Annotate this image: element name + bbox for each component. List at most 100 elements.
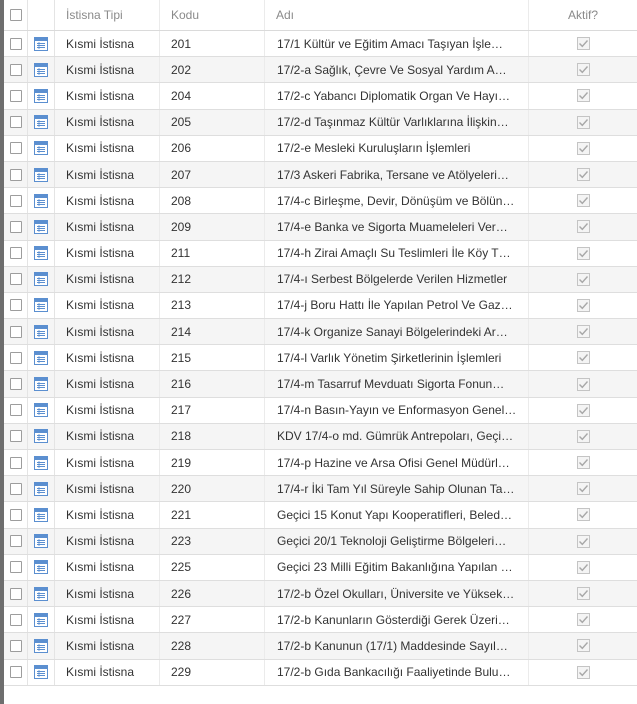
- edit-form-icon[interactable]: [34, 665, 48, 680]
- edit-form-icon[interactable]: [34, 141, 48, 156]
- row-checkbox[interactable]: [9, 404, 22, 417]
- row-checkbox[interactable]: [9, 535, 22, 548]
- table-row[interactable]: Kısmi İstisna 228 17/2-b Kanunun (17/1) Ma…: [4, 633, 637, 660]
- edit-form-icon[interactable]: [34, 507, 48, 522]
- aktif-checkbox[interactable]: [576, 63, 590, 77]
- row-checkbox[interactable]: [9, 273, 22, 286]
- row-checkbox[interactable]: [9, 639, 22, 652]
- table-row[interactable]: Kısmi İstisna 229 17/2-b Gıda Bankacılığı …: [4, 659, 637, 686]
- edit-form-icon[interactable]: [34, 193, 48, 208]
- aktif-checkbox[interactable]: [576, 115, 590, 129]
- column-header-kodu[interactable]: Kodu: [160, 0, 265, 30]
- row-checkbox[interactable]: [9, 561, 22, 574]
- table-row[interactable]: Kısmi İstisna 206 17/2-e Mesleki Kuruluşla…: [4, 135, 637, 162]
- table-row[interactable]: Kısmi İstisna 213 17/4-j Boru Hattı İle Ya…: [4, 292, 637, 320]
- aktif-checkbox[interactable]: [576, 665, 590, 679]
- edit-form-icon[interactable]: [34, 324, 48, 339]
- table-row[interactable]: Kısmi İstisna 209 17/4-e Banka ve Sigorta …: [4, 214, 637, 241]
- aktif-checkbox[interactable]: [576, 508, 590, 522]
- table-row[interactable]: Kısmi İstisna 225 Geçici 23 Milli Eğitim B…: [4, 554, 637, 581]
- aktif-checkbox[interactable]: [576, 246, 590, 260]
- aktif-checkbox[interactable]: [576, 168, 590, 182]
- table-row[interactable]: Kısmi İstisna 211 17/4-h Zirai Amaçlı Su T…: [4, 240, 637, 267]
- table-row[interactable]: Kısmi İstisna 202 17/2-a Sağlık, Çevre Ve …: [4, 57, 637, 84]
- table-row[interactable]: Kısmi İstisna 212 17/4-ı Serbest Bölgelerd…: [4, 266, 637, 293]
- edit-form-icon[interactable]: [34, 36, 48, 51]
- row-checkbox[interactable]: [9, 508, 22, 521]
- table-row[interactable]: Kısmi İstisna 208 17/4-c Birleşme, Devir, …: [4, 188, 637, 215]
- edit-form-icon[interactable]: [34, 481, 48, 496]
- column-header-aktif[interactable]: Aktif?: [529, 0, 637, 30]
- table-row[interactable]: Kısmi İstisna 216 17/4-m Tasarruf Mevduatı…: [4, 371, 637, 398]
- aktif-checkbox[interactable]: [576, 613, 590, 627]
- row-checkbox[interactable]: [9, 116, 22, 129]
- edit-form-icon[interactable]: [34, 219, 48, 234]
- select-all-checkbox[interactable]: [9, 9, 22, 21]
- aktif-checkbox[interactable]: [576, 37, 590, 51]
- row-checkbox[interactable]: [9, 63, 22, 76]
- edit-form-icon[interactable]: [34, 377, 48, 392]
- row-checkbox[interactable]: [9, 142, 22, 155]
- aktif-checkbox[interactable]: [576, 351, 590, 365]
- aktif-checkbox[interactable]: [576, 89, 590, 103]
- table-row[interactable]: Kısmi İstisna 214 17/4-k Organize Sanayi B…: [4, 319, 637, 346]
- table-row[interactable]: Kısmi İstisna 218 KDV 17/4-o md. Gümrük An…: [4, 423, 637, 450]
- edit-form-icon[interactable]: [34, 167, 48, 182]
- edit-form-icon[interactable]: [34, 534, 48, 549]
- table-row[interactable]: Kısmi İstisna 226 17/2-b Özel Okulları, Ün…: [4, 580, 637, 608]
- aktif-checkbox[interactable]: [576, 298, 590, 312]
- row-checkbox[interactable]: [9, 168, 22, 181]
- aktif-checkbox[interactable]: [576, 377, 590, 391]
- edit-form-icon[interactable]: [34, 612, 48, 627]
- edit-form-icon[interactable]: [34, 272, 48, 287]
- table-row[interactable]: Kısmi İstisna 220 17/4-r İki Tam Yıl Sürey…: [4, 476, 637, 503]
- edit-form-icon[interactable]: [34, 246, 48, 261]
- table-row[interactable]: Kısmi İstisna 221 Geçici 15 Konut Yapı Koo…: [4, 502, 637, 529]
- table-row[interactable]: Kısmi İstisna 227 17/2-b Kanunların Göster…: [4, 607, 637, 634]
- edit-form-icon[interactable]: [34, 403, 48, 418]
- aktif-checkbox[interactable]: [576, 482, 590, 496]
- row-checkbox[interactable]: [9, 430, 22, 443]
- aktif-checkbox[interactable]: [576, 325, 590, 339]
- table-row[interactable]: Kısmi İstisna 223 Geçici 20/1 Teknoloji Ge…: [4, 528, 637, 555]
- aktif-checkbox[interactable]: [576, 639, 590, 653]
- aktif-checkbox[interactable]: [576, 456, 590, 470]
- row-checkbox[interactable]: [9, 89, 22, 102]
- aktif-checkbox[interactable]: [576, 141, 590, 155]
- table-row[interactable]: Kısmi İstisna 207 17/3 Askeri Fabrika, Ter…: [4, 161, 637, 189]
- edit-form-icon[interactable]: [34, 298, 48, 313]
- edit-form-icon[interactable]: [34, 586, 48, 601]
- row-checkbox[interactable]: [9, 482, 22, 495]
- row-checkbox[interactable]: [9, 220, 22, 233]
- table-row[interactable]: Kısmi İstisna 201 17/1 Kültür ve Eğitim Am…: [4, 31, 637, 58]
- table-row[interactable]: Kısmi İstisna 204 17/2-c Yabancı Diplomati…: [4, 83, 637, 110]
- table-row[interactable]: Kısmi İstisna 215 17/4-l Varlık Yönetim Şi…: [4, 345, 637, 372]
- row-checkbox[interactable]: [9, 456, 22, 469]
- aktif-checkbox[interactable]: [576, 534, 590, 548]
- row-checkbox[interactable]: [9, 666, 22, 679]
- aktif-checkbox[interactable]: [576, 560, 590, 574]
- table-row[interactable]: Kısmi İstisna 205 17/2-d Taşınmaz Kültür V…: [4, 109, 637, 136]
- row-checkbox[interactable]: [9, 613, 22, 626]
- row-checkbox[interactable]: [9, 351, 22, 364]
- row-checkbox[interactable]: [9, 378, 22, 391]
- row-checkbox[interactable]: [9, 325, 22, 338]
- aktif-checkbox[interactable]: [576, 429, 590, 443]
- row-checkbox[interactable]: [9, 587, 22, 600]
- aktif-checkbox[interactable]: [576, 272, 590, 286]
- edit-form-icon[interactable]: [34, 429, 48, 444]
- row-checkbox[interactable]: [9, 37, 22, 50]
- aktif-checkbox[interactable]: [576, 220, 590, 234]
- row-checkbox[interactable]: [9, 194, 22, 207]
- edit-form-icon[interactable]: [34, 638, 48, 653]
- table-row[interactable]: Kısmi İstisna 217 17/4-n Basın-Yayın ve En…: [4, 397, 637, 424]
- aktif-checkbox[interactable]: [576, 587, 590, 601]
- edit-form-icon[interactable]: [34, 88, 48, 103]
- aktif-checkbox[interactable]: [576, 403, 590, 417]
- edit-form-icon[interactable]: [34, 455, 48, 470]
- edit-form-icon[interactable]: [34, 560, 48, 575]
- edit-form-icon[interactable]: [34, 115, 48, 130]
- column-header-istisna-tipi[interactable]: İstisna Tipi: [55, 0, 160, 30]
- row-checkbox[interactable]: [9, 247, 22, 260]
- edit-form-icon[interactable]: [34, 350, 48, 365]
